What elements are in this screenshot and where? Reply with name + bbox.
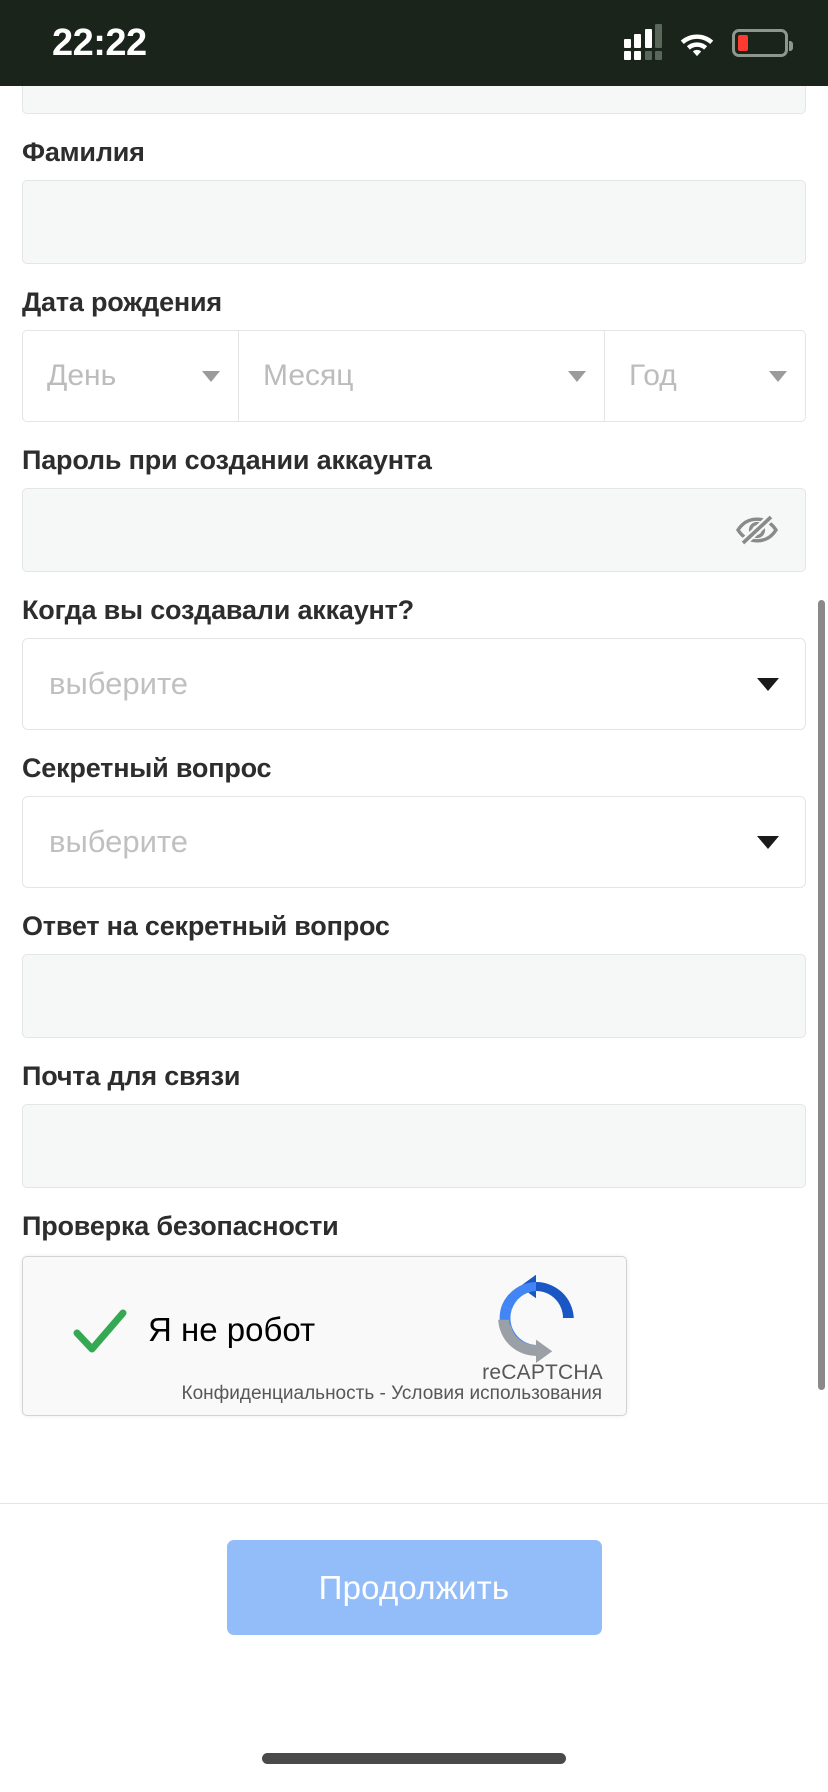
cellular-signal-icon bbox=[624, 26, 663, 60]
eye-slash-icon[interactable] bbox=[734, 511, 780, 549]
birthdate-group: День Месяц Год bbox=[22, 330, 806, 422]
recaptcha-widget[interactable]: Я не робот reCAPTCHA Конфиденциальность … bbox=[22, 1256, 627, 1416]
chevron-down-icon bbox=[757, 678, 779, 691]
wifi-icon bbox=[679, 30, 715, 57]
recaptcha-brand-text: reCAPTCHA bbox=[482, 1361, 603, 1385]
contact-email-input[interactable] bbox=[22, 1104, 806, 1188]
secret-question-select[interactable]: выберите bbox=[22, 796, 806, 888]
previous-field-input[interactable] bbox=[22, 86, 806, 114]
phone-screen: 22:22 bbox=[0, 0, 828, 1792]
label-contact-email: Почта для связи bbox=[22, 1061, 806, 1092]
vertical-scrollbar[interactable] bbox=[818, 600, 825, 1390]
birthdate-month-placeholder: Месяц bbox=[263, 359, 353, 393]
label-password: Пароль при создании аккаунта bbox=[22, 445, 806, 476]
status-bar: 22:22 bbox=[0, 0, 828, 86]
recaptcha-checkmark-icon[interactable] bbox=[71, 1303, 129, 1361]
birthdate-day-placeholder: День bbox=[47, 359, 116, 393]
chevron-down-icon bbox=[757, 836, 779, 849]
account-created-select[interactable]: выберите bbox=[22, 638, 806, 730]
birthdate-year-select[interactable]: Год bbox=[604, 331, 805, 421]
label-secret-question: Секретный вопрос bbox=[22, 753, 806, 784]
status-bar-icons bbox=[624, 26, 789, 60]
recaptcha-logo-icon bbox=[491, 1273, 581, 1363]
battery-low-icon bbox=[732, 29, 788, 57]
password-input[interactable] bbox=[22, 488, 806, 572]
form-scroll-area[interactable]: Фамилия Дата рождения День Месяц Год bbox=[0, 86, 828, 1503]
secret-answer-input[interactable] bbox=[22, 954, 806, 1038]
footer-divider bbox=[0, 1503, 828, 1504]
label-lastname: Фамилия bbox=[22, 137, 806, 168]
continue-button[interactable]: Продолжить bbox=[227, 1540, 602, 1635]
status-bar-clock: 22:22 bbox=[52, 22, 147, 65]
password-field-wrapper bbox=[22, 488, 806, 572]
home-indicator[interactable] bbox=[262, 1753, 566, 1764]
label-security-check: Проверка безопасности bbox=[22, 1211, 806, 1242]
submit-button-container: Продолжить bbox=[0, 1540, 828, 1635]
chevron-down-icon bbox=[769, 371, 787, 382]
chevron-down-icon bbox=[202, 371, 220, 382]
recaptcha-checkbox-label: Я не робот bbox=[148, 1311, 315, 1349]
account-created-value: выберите bbox=[49, 666, 188, 702]
chevron-down-icon bbox=[568, 371, 586, 382]
birthdate-year-placeholder: Год bbox=[629, 359, 677, 393]
recaptcha-legal-links[interactable]: Конфиденциальность - Условия использован… bbox=[182, 1383, 603, 1405]
label-account-created: Когда вы создавали аккаунт? bbox=[22, 595, 806, 626]
lastname-input[interactable] bbox=[22, 180, 806, 264]
label-birthdate: Дата рождения bbox=[22, 287, 806, 318]
label-secret-answer: Ответ на секретный вопрос bbox=[22, 911, 806, 942]
secret-question-value: выберите bbox=[49, 824, 188, 860]
birthdate-day-select[interactable]: День bbox=[23, 331, 238, 421]
birthdate-month-select[interactable]: Месяц bbox=[238, 331, 604, 421]
